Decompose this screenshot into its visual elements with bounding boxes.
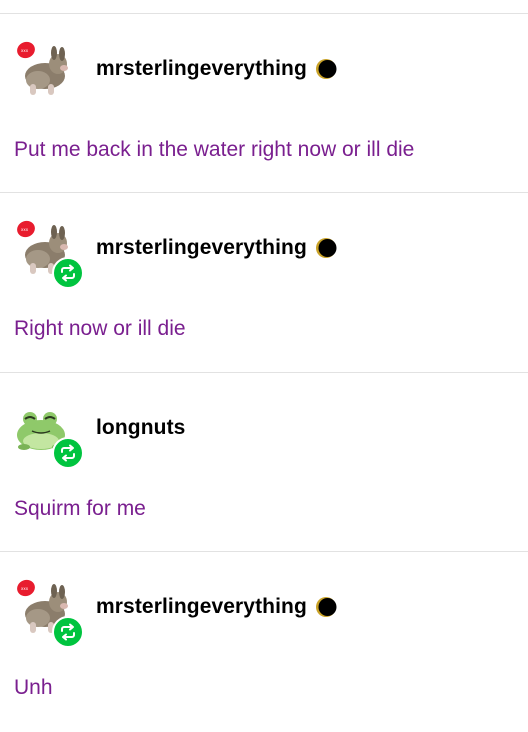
reblog-badge (52, 616, 84, 648)
plush-dog-avatar-icon: xxx (17, 41, 68, 95)
avatar[interactable]: xxx (14, 578, 84, 648)
svg-text:xxx: xxx (21, 227, 29, 232)
username-link[interactable]: mrsterlingeverything (96, 57, 307, 81)
post-header: longnuts (96, 413, 185, 443)
post-header: mrsterlingeverything (96, 233, 337, 263)
reblog-icon (61, 623, 75, 641)
reblog-icon (61, 264, 75, 282)
reblog-thread: xxx mrsterlingeverything Put me back in … (0, 13, 528, 732)
reblog-badge (52, 437, 84, 469)
svg-text:xxx: xxx (21, 48, 29, 53)
reblog-badge (52, 257, 84, 289)
avatar[interactable]: xxx (14, 219, 84, 289)
moon-icon (315, 59, 337, 79)
thread-post: longnuts Squirm for me (0, 373, 528, 552)
thread-post: xxx mrsterlingeverything Put me back in … (0, 14, 528, 193)
username-link[interactable]: mrsterlingeverything (96, 595, 307, 619)
avatar[interactable]: xxx (14, 40, 72, 98)
post-text: Right now or ill die (14, 317, 186, 340)
moon-icon (315, 238, 337, 258)
post-text: Put me back in the water right now or il… (14, 138, 415, 161)
svg-text:xxx: xxx (21, 586, 29, 591)
username-link[interactable]: mrsterlingeverything (96, 236, 307, 260)
post-header: mrsterlingeverything (96, 54, 337, 84)
username-link[interactable]: longnuts (96, 416, 185, 440)
post-text: Squirm for me (14, 497, 146, 520)
avatar[interactable] (14, 399, 84, 469)
post-text: Unh (14, 676, 53, 699)
moon-icon (315, 597, 337, 617)
thread-post: xxx mrsterlingeverything Right now or il… (0, 193, 528, 373)
post-header: mrsterlingeverything (96, 592, 337, 622)
reblog-icon (61, 444, 75, 462)
thread-post: xxx mrsterlingeverything Unh (0, 552, 528, 732)
